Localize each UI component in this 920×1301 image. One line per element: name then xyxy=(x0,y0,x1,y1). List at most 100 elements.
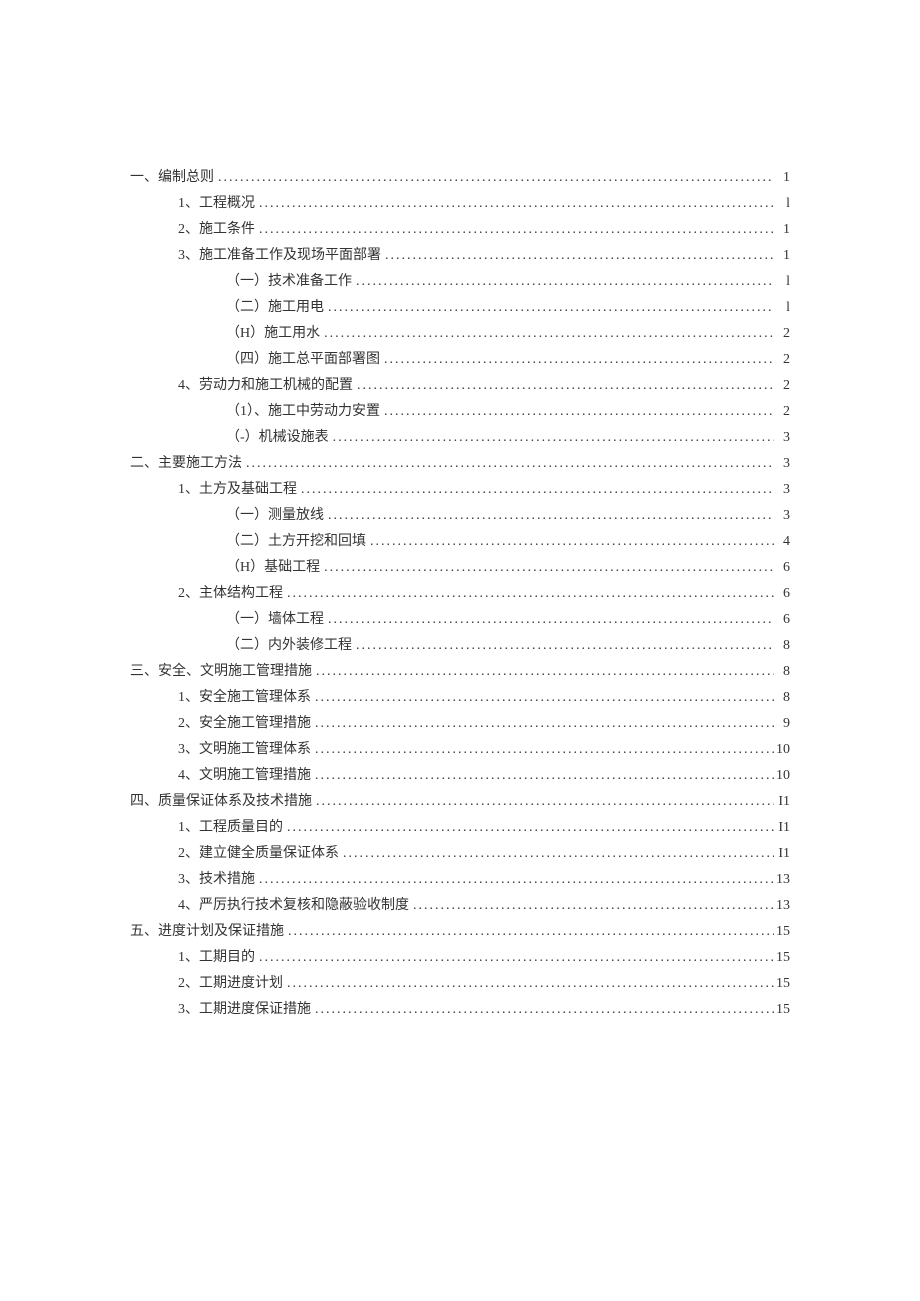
toc-label: （-）机械设施表 xyxy=(226,425,329,451)
toc-leader-dots xyxy=(339,841,774,867)
toc-row: （四）施工总平面部署图2 xyxy=(130,347,790,373)
toc-row: （一）技术准备工作 l xyxy=(130,269,790,295)
toc-label: 3、技术措施 xyxy=(178,867,255,893)
toc-leader-dots xyxy=(380,399,774,425)
toc-label: （二）内外装修工程 xyxy=(226,633,352,659)
toc-row: 2、工期进度计划 15 xyxy=(130,971,790,997)
toc-page-number: 15 xyxy=(774,971,790,997)
toc-page-number: 8 xyxy=(774,685,790,711)
toc-leader-dots xyxy=(255,867,774,893)
toc-label: （一）技术准备工作 xyxy=(226,269,352,295)
toc-leader-dots xyxy=(311,685,774,711)
toc-page-number: 2 xyxy=(774,321,790,347)
toc-page-number: 15 xyxy=(774,919,790,945)
toc-leader-dots xyxy=(284,919,774,945)
toc-label: （二）土方开挖和回填 xyxy=(226,529,366,555)
toc-row: （一）墙体工程 6 xyxy=(130,607,790,633)
toc-row: （H）施工用水2 xyxy=(130,321,790,347)
toc-label: 2、建立健全质量保证体系 xyxy=(178,841,339,867)
toc-row: （二）施工用电 l xyxy=(130,295,790,321)
toc-label: （H）基础工程 xyxy=(226,555,320,581)
toc-page-number: 8 xyxy=(774,633,790,659)
toc-row: 3、文明施工管理体系10 xyxy=(130,737,790,763)
toc-label: 三、安全、文明施工管理措施 xyxy=(130,659,312,685)
toc-page-number: 3 xyxy=(774,425,790,451)
toc-leader-dots xyxy=(366,529,774,555)
toc-page-number: 3 xyxy=(774,503,790,529)
toc-label: 2、工期进度计划 xyxy=(178,971,283,997)
toc-leader-dots xyxy=(324,607,774,633)
toc-label: 一、编制总则 xyxy=(130,165,214,191)
toc-page-number: 15 xyxy=(774,945,790,971)
toc-row: 2、主体结构工程6 xyxy=(130,581,790,607)
toc-row: 1、安全施工管理体系 8 xyxy=(130,685,790,711)
toc-page-number: l xyxy=(774,269,790,295)
toc-row: 1、工期目的15 xyxy=(130,945,790,971)
toc-row: 五、进度计划及保证措施 15 xyxy=(130,919,790,945)
toc-page-number: 3 xyxy=(774,451,790,477)
toc-label: （一）墙体工程 xyxy=(226,607,324,633)
toc-page-number: 4 xyxy=(774,529,790,555)
toc-row: 1、工程质量目的 I1 xyxy=(130,815,790,841)
toc-row: 三、安全、文明施工管理措施8 xyxy=(130,659,790,685)
toc-label: 3、施工准备工作及现场平面部署 xyxy=(178,243,381,269)
toc-row: 4、严厉执行技术复核和隐蔽验收制度 13 xyxy=(130,893,790,919)
toc-page-number: l xyxy=(774,191,790,217)
toc-page-number: I1 xyxy=(774,841,790,867)
toc-page-number: I1 xyxy=(774,789,790,815)
toc-label: 3、工期进度保证措施 xyxy=(178,997,311,1023)
toc-page-number: 2 xyxy=(774,399,790,425)
toc-label: 二、主要施工方法 xyxy=(130,451,242,477)
toc-leader-dots xyxy=(409,893,774,919)
toc-row: 3、工期进度保证措施 15 xyxy=(130,997,790,1023)
toc-page-number: 1 xyxy=(774,243,790,269)
toc-leader-dots xyxy=(283,971,774,997)
toc-label: 4、严厉执行技术复核和隐蔽验收制度 xyxy=(178,893,409,919)
toc-label: （四）施工总平面部署图 xyxy=(226,347,380,373)
toc-row: 四、质量保证体系及技术措施I1 xyxy=(130,789,790,815)
toc-page-number: 6 xyxy=(774,607,790,633)
toc-leader-dots xyxy=(283,581,774,607)
toc-leader-dots xyxy=(320,555,774,581)
toc-row: 1、工程概况l xyxy=(130,191,790,217)
toc-leader-dots xyxy=(352,633,774,659)
toc-label: 1、工程质量目的 xyxy=(178,815,283,841)
toc-label: （1）、施工中劳动力安置 xyxy=(226,399,380,425)
table-of-contents: 一、编制总则11、工程概况l2、施工条件13、施工准备工作及现场平面部署1（一）… xyxy=(130,165,790,1023)
toc-page-number: 1 xyxy=(774,217,790,243)
toc-label: 2、安全施工管理措施 xyxy=(178,711,311,737)
toc-leader-dots xyxy=(329,425,774,451)
toc-label: 2、主体结构工程 xyxy=(178,581,283,607)
toc-label: （二）施工用电 xyxy=(226,295,324,321)
toc-label: 五、进度计划及保证措施 xyxy=(130,919,284,945)
toc-page-number: 15 xyxy=(774,997,790,1023)
toc-label: 1、土方及基础工程 xyxy=(178,477,297,503)
toc-page-number: I1 xyxy=(774,815,790,841)
toc-leader-dots xyxy=(324,503,774,529)
toc-row: （一）测量放线 3 xyxy=(130,503,790,529)
toc-row: 4、劳动力和施工机械的配置 2 xyxy=(130,373,790,399)
toc-row: 3、技术措施13 xyxy=(130,867,790,893)
toc-row: 二、主要施工方法 3 xyxy=(130,451,790,477)
toc-leader-dots xyxy=(283,815,774,841)
toc-page-number: l xyxy=(774,295,790,321)
toc-page-number: 6 xyxy=(774,555,790,581)
toc-leader-dots xyxy=(311,997,774,1023)
toc-row: 4、文明施工管理措施10 xyxy=(130,763,790,789)
toc-label: 1、安全施工管理体系 xyxy=(178,685,311,711)
toc-leader-dots xyxy=(255,217,774,243)
toc-row: （二）土方开挖和回填 4 xyxy=(130,529,790,555)
toc-row: 2、施工条件1 xyxy=(130,217,790,243)
toc-leader-dots xyxy=(311,711,774,737)
toc-row: 一、编制总则1 xyxy=(130,165,790,191)
toc-page-number: 13 xyxy=(774,893,790,919)
toc-page-number: 10 xyxy=(774,737,790,763)
toc-row: 3、施工准备工作及现场平面部署 1 xyxy=(130,243,790,269)
toc-page-number: 2 xyxy=(774,373,790,399)
toc-leader-dots xyxy=(324,295,774,321)
toc-leader-dots xyxy=(311,763,774,789)
toc-leader-dots xyxy=(297,477,774,503)
toc-leader-dots xyxy=(381,243,774,269)
toc-label: 4、劳动力和施工机械的配置 xyxy=(178,373,353,399)
toc-label: （一）测量放线 xyxy=(226,503,324,529)
